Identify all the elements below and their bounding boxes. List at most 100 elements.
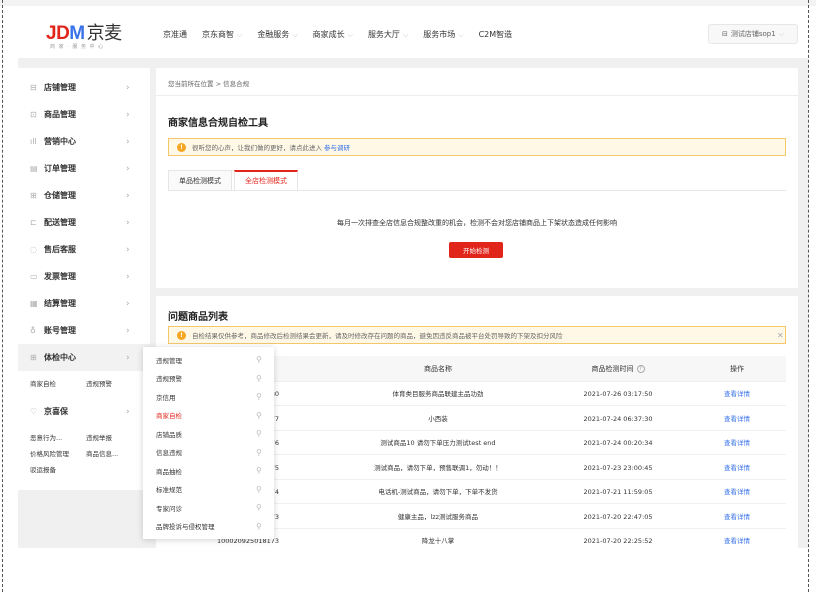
cell-check-time: 2021-07-24 00:20:34	[583, 439, 653, 447]
cell-check-time: 2021-07-23 23:00:45	[583, 463, 653, 472]
cell-product-name: 体育类目服务商品联建主品功劲	[392, 390, 484, 398]
sidebar-subitem-jingxibao-3[interactable]: 商品信息...	[86, 448, 118, 458]
logo-subtitle: 商 家 · 服 务 中 心	[50, 44, 105, 50]
nav-item-1[interactable]: 京东商智 ⌵	[202, 29, 242, 40]
view-details-link[interactable]: 查看详情	[688, 480, 786, 504]
nav-item-label: 商家成长	[312, 29, 345, 39]
pin-icon[interactable]: ⚲	[256, 485, 262, 494]
view-details-link[interactable]: 查看详情	[688, 407, 786, 431]
section-separator	[156, 288, 798, 296]
flyout-item-9[interactable]: 品牌投诉与侵权管理 ⚲	[143, 518, 274, 535]
nav-item-label: 金融服务	[257, 29, 290, 39]
left-dashed-edge	[2, 0, 3, 592]
nav-item-label: 服务市场	[423, 29, 456, 39]
sidebar-item-2[interactable]: ıll 营销中心 ›	[18, 128, 150, 155]
view-details-link[interactable]: 查看详情	[688, 505, 786, 529]
chevron-right-icon: ›	[126, 136, 130, 147]
flyout-item-2[interactable]: 京信用 ⚲	[143, 388, 274, 405]
jd-logo[interactable]: JDM 京麦	[46, 19, 122, 45]
sidebar-item-jingxibao[interactable]: ♡ 京喜保 ›	[18, 398, 150, 425]
nav-item-5[interactable]: 服务市场 ⌵	[423, 29, 463, 40]
cell-product-name: 电话机-测试商品，请勿下单，下单不发货	[378, 488, 498, 496]
flyout-item-label: 专家问诊	[156, 504, 182, 513]
pin-icon[interactable]: ⚲	[256, 448, 262, 457]
flyout-item-label: 标准规范	[156, 486, 182, 494]
sidebar-item-label: 结算管理	[44, 299, 76, 308]
flyout-item-6[interactable]: 商品抽检 ⚲	[143, 462, 274, 479]
flyout-item-label: 品牌投诉与侵权管理	[156, 523, 215, 531]
chevron-down-icon: ⌵	[347, 30, 353, 39]
flyout-item-5[interactable]: 信息违规 ⚲	[143, 444, 274, 461]
flyout-item-label: 商品抽检	[156, 467, 182, 476]
pin-icon[interactable]: ⚲	[256, 392, 262, 401]
chevron-right-icon: ›	[126, 271, 130, 282]
flyout-item-4[interactable]: 店铺品质 ⚲	[143, 425, 274, 442]
chevron-right-icon: ›	[126, 406, 130, 417]
start-check-button[interactable]: 开始检测	[449, 242, 503, 258]
sidebar-item-7[interactable]: ▭ 发票管理 ›	[18, 263, 150, 290]
survey-link[interactable]: 参与调研	[324, 142, 350, 152]
sidebar-item-3[interactable]: ▤ 订单管理 ›	[18, 155, 150, 182]
help-icon[interactable]: ?	[636, 365, 645, 373]
sidebar-subitem-jingxibao-0[interactable]: 恶意行为...	[30, 432, 62, 442]
view-details-link[interactable]: 查看详情	[688, 431, 786, 455]
sidebar-item-10[interactable]: ⊞ 体检中心 ›	[18, 344, 150, 371]
sidebar-item-label: 售后客服	[44, 245, 76, 254]
sidebar-item-0[interactable]: ⊟ 店铺管理 ›	[18, 74, 150, 101]
tab-0[interactable]: 单品检测模式	[168, 170, 232, 191]
sidebar-subitem-jingxibao-1[interactable]: 违规举报	[86, 432, 112, 442]
logo-cn-text: 京麦	[86, 23, 123, 43]
flyout-item-8[interactable]: 专家问诊 ⚲	[143, 499, 274, 516]
flyout-item-3[interactable]: 商家自检 ⚲	[143, 407, 274, 424]
sidebar-item-label: 仓储管理	[44, 191, 76, 200]
chevron-down-icon: ⌵	[778, 29, 784, 38]
sidebar-subitem-jingxibao-4[interactable]: 驳运报备	[30, 464, 56, 474]
sidebar-item-9[interactable]: ♁ 账号管理 ›	[18, 317, 150, 344]
flyout-item-1[interactable]: 违规预警 ⚲	[143, 370, 274, 387]
pin-icon[interactable]: ⚲	[256, 429, 262, 438]
cell-check-time: 2021-07-20 22:47:05	[583, 512, 653, 521]
sidebar-item-4[interactable]: ⊞ 仓储管理 ›	[18, 182, 150, 209]
sidebar-item-6[interactable]: ◌ 售后客服 ›	[18, 236, 150, 263]
tab-1[interactable]: 全店检测模式	[234, 170, 298, 191]
sidebar-item-5[interactable]: ⊏ 配送管理 ›	[18, 209, 150, 236]
nav-item-3[interactable]: 商家成长 ⌵	[313, 29, 353, 40]
shop-switcher-button[interactable]: ⊟ 测试店铺sop1 ⌵	[708, 24, 798, 44]
sidebar-subitem-checkup-1[interactable]: 违规预警	[86, 378, 112, 388]
pin-icon[interactable]: ⚲	[256, 411, 262, 420]
order-icon: ▤	[30, 164, 38, 173]
pin-icon[interactable]: ⚲	[256, 355, 262, 364]
breadcrumb-divider	[156, 95, 798, 96]
view-details-link[interactable]: 查看详情	[688, 456, 786, 480]
flyout-item-7[interactable]: 标准规范 ⚲	[143, 481, 274, 498]
chevron-right-icon: ›	[126, 217, 130, 228]
sidebar-subitem-checkup-0[interactable]: 商家自检	[30, 378, 56, 388]
sidebar-item-label: 店铺管理	[44, 83, 76, 92]
flyout-item-label: 违规预警	[156, 375, 182, 383]
chevron-right-icon: ›	[126, 325, 130, 336]
cell-check-time: 2021-07-24 06:37:30	[583, 414, 653, 423]
cell-check-time: 2021-07-26 03:17:50	[583, 390, 653, 398]
pin-icon[interactable]: ⚲	[256, 503, 262, 512]
view-details-link[interactable]: 查看详情	[688, 382, 786, 406]
warning-icon: !	[177, 330, 186, 340]
cell-check-time: 2021-07-21 11:59:05	[583, 488, 653, 496]
nav-item-4[interactable]: 服务大厅 ⌵	[368, 29, 408, 40]
sidebar-item-1[interactable]: ⊡ 商品管理 ›	[18, 101, 150, 128]
sidebar-item-label: 发票管理	[44, 272, 76, 281]
checkup-flyout-menu: 违规管理 ⚲ 违规预警 ⚲ 京信用 ⚲ 商家自检 ⚲ 店铺品质 ⚲ 信息违规 ⚲ 商品抽检 ⚲ 标准规范 ⚲ 专…	[143, 347, 274, 539]
flyout-item-0[interactable]: 违规管理 ⚲	[143, 351, 274, 368]
nav-item-2[interactable]: 金融服务 ⌵	[257, 29, 297, 40]
pin-icon[interactable]: ⚲	[256, 374, 262, 383]
service-icon: ◌	[30, 245, 37, 254]
nav-item-6[interactable]: C2M智造	[479, 29, 513, 40]
warehouse-icon: ⊞	[30, 191, 37, 200]
pin-icon[interactable]: ⚲	[256, 522, 262, 531]
chevron-right-icon: ›	[126, 163, 130, 174]
pin-icon[interactable]: ⚲	[256, 466, 262, 475]
view-details-link[interactable]: 查看详情	[688, 529, 786, 548]
sidebar-item-8[interactable]: ▦ 结算管理 ›	[18, 290, 150, 317]
sidebar-subitem-jingxibao-2[interactable]: 价格风险管理	[30, 448, 69, 458]
nav-item-0[interactable]: 京准通	[163, 29, 187, 40]
close-icon[interactable]: ✕	[777, 331, 784, 340]
